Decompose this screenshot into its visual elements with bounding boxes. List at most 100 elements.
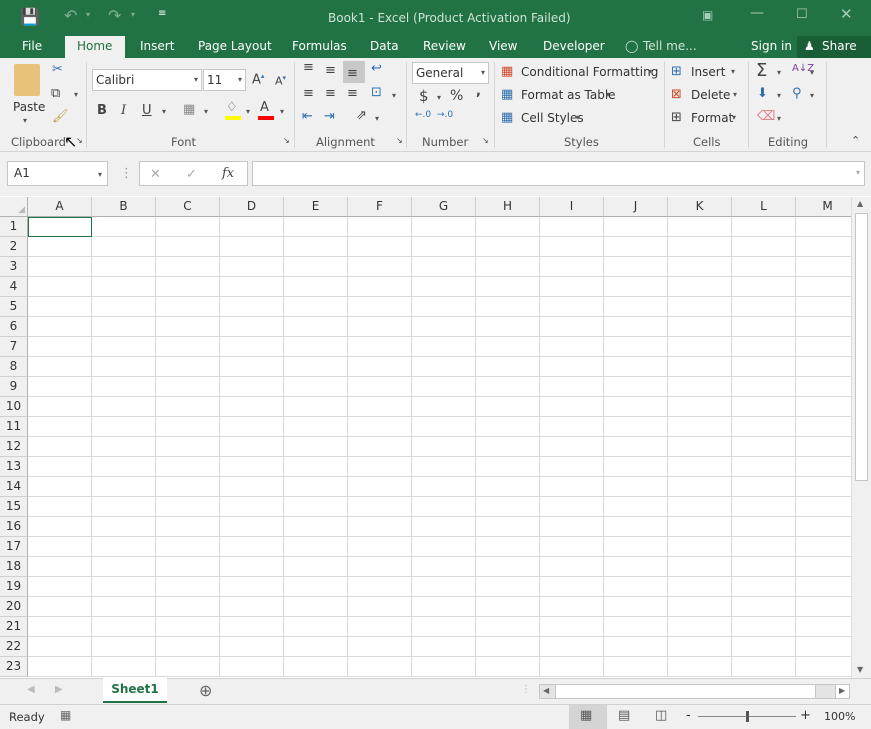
currency-dropdown-icon[interactable]: ▾ <box>437 93 441 102</box>
cell-M5[interactable] <box>796 297 851 317</box>
cell-J13[interactable] <box>604 457 668 477</box>
cell-F9[interactable] <box>348 377 412 397</box>
cell-E13[interactable] <box>284 457 348 477</box>
cell-K22[interactable] <box>668 637 732 657</box>
cell-G15[interactable] <box>412 497 476 517</box>
cell-L2[interactable] <box>732 237 796 257</box>
align-middle-icon[interactable]: ≡ <box>325 63 336 78</box>
cell-M21[interactable] <box>796 617 851 637</box>
horizontal-scroll-thumb[interactable] <box>555 685 816 698</box>
cell-L1[interactable] <box>732 217 796 237</box>
cell-K4[interactable] <box>668 277 732 297</box>
cell-B7[interactable] <box>92 337 156 357</box>
cell-K15[interactable] <box>668 497 732 517</box>
cell-B1[interactable] <box>92 217 156 237</box>
cell-C8[interactable] <box>156 357 220 377</box>
splitter-icon[interactable]: ⋮ <box>521 684 531 695</box>
cell-L4[interactable] <box>732 277 796 297</box>
row-header-4[interactable]: 4 <box>0 277 28 297</box>
cell-L22[interactable] <box>732 637 796 657</box>
cell-I4[interactable] <box>540 277 604 297</box>
currency-button[interactable]: $ <box>419 87 429 105</box>
cell-C4[interactable] <box>156 277 220 297</box>
cell-J14[interactable] <box>604 477 668 497</box>
cell-L12[interactable] <box>732 437 796 457</box>
cell-I12[interactable] <box>540 437 604 457</box>
redo-icon[interactable]: ↷ <box>108 6 121 25</box>
cell-M3[interactable] <box>796 257 851 277</box>
cell-D1[interactable] <box>220 217 284 237</box>
cell-C23[interactable] <box>156 657 220 677</box>
cell-J19[interactable] <box>604 577 668 597</box>
cell-D12[interactable] <box>220 437 284 457</box>
cell-M14[interactable] <box>796 477 851 497</box>
bold-button[interactable]: B <box>97 103 107 118</box>
cell-L10[interactable] <box>732 397 796 417</box>
column-header-m[interactable]: M <box>796 197 851 217</box>
cell-J5[interactable] <box>604 297 668 317</box>
font-color-button[interactable]: A <box>260 100 269 115</box>
cell-C10[interactable] <box>156 397 220 417</box>
fill-color-icon[interactable]: ♢ <box>226 100 238 115</box>
number-launcher-icon[interactable]: ↘ <box>482 136 489 145</box>
cell-G19[interactable] <box>412 577 476 597</box>
cell-L15[interactable] <box>732 497 796 517</box>
cell-I16[interactable] <box>540 517 604 537</box>
cell-K5[interactable] <box>668 297 732 317</box>
horizontal-scrollbar[interactable]: ◀ <box>539 684 850 699</box>
cell-E9[interactable] <box>284 377 348 397</box>
cell-H19[interactable] <box>476 577 540 597</box>
row-header-9[interactable]: 9 <box>0 377 28 397</box>
cell-J6[interactable] <box>604 317 668 337</box>
next-sheet-icon[interactable]: ▶ <box>55 684 63 695</box>
cell-H11[interactable] <box>476 417 540 437</box>
cell-L5[interactable] <box>732 297 796 317</box>
cell-L3[interactable] <box>732 257 796 277</box>
cell-E4[interactable] <box>284 277 348 297</box>
cell-L19[interactable] <box>732 577 796 597</box>
sort-dropdown-icon[interactable]: ▾ <box>810 68 814 77</box>
cell-E23[interactable] <box>284 657 348 677</box>
cell-I17[interactable] <box>540 537 604 557</box>
autosum-dropdown-icon[interactable]: ▾ <box>777 68 781 77</box>
copy-icon[interactable]: ⧉ <box>51 86 60 101</box>
cell-A16[interactable] <box>28 517 92 537</box>
tab-file[interactable]: File <box>22 36 42 58</box>
column-header-k[interactable]: K <box>668 197 732 217</box>
cell-K19[interactable] <box>668 577 732 597</box>
cell-I7[interactable] <box>540 337 604 357</box>
number-format-combo[interactable]: General ▾ <box>412 62 489 84</box>
cell-C6[interactable] <box>156 317 220 337</box>
cell-L6[interactable] <box>732 317 796 337</box>
row-header-18[interactable]: 18 <box>0 557 28 577</box>
cell-G1[interactable] <box>412 217 476 237</box>
cell-G12[interactable] <box>412 437 476 457</box>
cell-L7[interactable] <box>732 337 796 357</box>
cell-A12[interactable] <box>28 437 92 457</box>
cell-J8[interactable] <box>604 357 668 377</box>
cell-G10[interactable] <box>412 397 476 417</box>
cell-G17[interactable] <box>412 537 476 557</box>
paste-icon[interactable] <box>14 64 40 96</box>
name-box[interactable]: A1 ▾ <box>7 161 108 186</box>
cell-G7[interactable] <box>412 337 476 357</box>
borders-icon[interactable]: ▦ <box>183 102 195 117</box>
cell-D10[interactable] <box>220 397 284 417</box>
tab-developer[interactable]: Developer <box>543 36 605 58</box>
page-layout-view-icon[interactable]: ▤ <box>618 708 630 723</box>
align-top-icon[interactable]: ≡ <box>303 60 314 75</box>
tab-review[interactable]: Review <box>423 36 466 58</box>
cell-C13[interactable] <box>156 457 220 477</box>
percent-button[interactable]: % <box>450 88 463 104</box>
cell-J15[interactable] <box>604 497 668 517</box>
cell-M4[interactable] <box>796 277 851 297</box>
cell-D18[interactable] <box>220 557 284 577</box>
cell-B4[interactable] <box>92 277 156 297</box>
cell-B2[interactable] <box>92 237 156 257</box>
cell-L9[interactable] <box>732 377 796 397</box>
cell-H6[interactable] <box>476 317 540 337</box>
underline-button[interactable]: U <box>142 103 152 118</box>
cell-F11[interactable] <box>348 417 412 437</box>
cell-G3[interactable] <box>412 257 476 277</box>
underline-dropdown-icon[interactable]: ▾ <box>162 107 166 116</box>
